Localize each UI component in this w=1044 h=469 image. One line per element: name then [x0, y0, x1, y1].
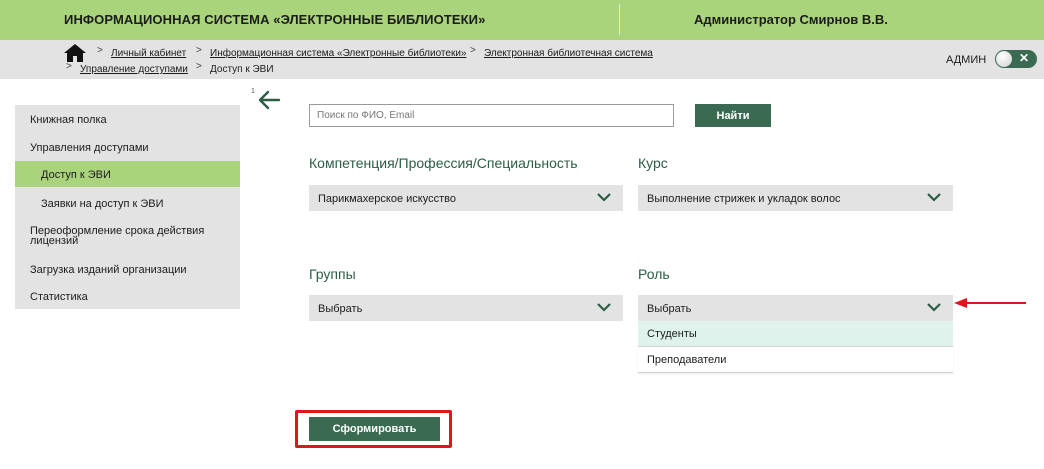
- competence-select[interactable]: Парикмахерское искусство: [309, 185, 623, 211]
- sidebar-menu: Книжная полка Управления доступами Досту…: [15, 105, 240, 309]
- chevron-down-icon: [597, 193, 611, 202]
- course-label: Курс: [638, 155, 668, 171]
- course-select[interactable]: Выполнение стрижек и укладок волос: [638, 185, 953, 211]
- role-select-value: Выбрать: [647, 303, 692, 315]
- sidebar-item-statistics[interactable]: Статистика: [15, 283, 240, 309]
- course-select-value: Выполнение стрижек и укладок волос: [647, 193, 841, 205]
- top-header-bar: ИНФОРМАЦИОННАЯ СИСТЕМА «ЭЛЕКТРОННЫЕ БИБЛ…: [0, 0, 1044, 40]
- system-title: ИНФОРМАЦИОННАЯ СИСТЕМА «ЭЛЕКТРОННЫЕ БИБЛ…: [64, 12, 486, 27]
- breadcrumb-separator: >: [470, 45, 476, 56]
- breadcrumb-current: Доступ к ЭВИ: [210, 64, 274, 75]
- header-divider: [619, 4, 620, 35]
- sidebar-item-label: Управления доступами: [30, 142, 149, 154]
- back-arrow-icon[interactable]: [257, 90, 281, 110]
- search-input[interactable]: [309, 104, 674, 127]
- breadcrumb-separator: >: [196, 45, 202, 56]
- breadcrumb-info-system[interactable]: Информационная система «Электронные библ…: [210, 48, 466, 59]
- breadcrumb-separator: >: [66, 61, 72, 72]
- chevron-down-icon: [597, 303, 611, 312]
- sidebar-item-evi-requests[interactable]: Заявки на доступ к ЭВИ: [15, 189, 240, 217]
- breadcrumb: > Личный кабинет > Информационная систем…: [0, 40, 1044, 79]
- sidebar-item-evi-access[interactable]: Доступ к ЭВИ: [15, 161, 240, 187]
- breadcrumb-library-system[interactable]: Электронная библиотечная система: [484, 48, 653, 59]
- toggle-knob: [996, 51, 1012, 67]
- sidebar-item-label: Переоформление срока действия лицензий: [30, 225, 205, 247]
- competence-select-value: Парикмахерское искусство: [318, 193, 456, 205]
- red-pointer-arrow-icon: [954, 298, 1026, 308]
- chevron-down-icon: [927, 303, 941, 312]
- sidebar-item-access-management[interactable]: Управления доступами: [15, 133, 240, 161]
- role-option-teachers[interactable]: Преподаватели: [638, 347, 953, 373]
- close-icon: ✕: [1019, 51, 1030, 65]
- competence-label: Компетенция/Профессия/Специальность: [309, 155, 578, 171]
- role-select[interactable]: Выбрать: [638, 295, 953, 321]
- home-icon[interactable]: [64, 44, 86, 62]
- groups-select-value: Выбрать: [318, 303, 363, 315]
- sidebar-item-bookshelf[interactable]: Книжная полка: [15, 105, 240, 133]
- role-label: Роль: [638, 266, 670, 282]
- role-label: АДМИН: [946, 54, 987, 66]
- role-toggle-switch[interactable]: ✕: [995, 50, 1037, 68]
- chevron-down-icon: [927, 193, 941, 202]
- sidebar-item-label: Заявки на доступ к ЭВИ: [41, 198, 164, 210]
- groups-select[interactable]: Выбрать: [309, 295, 623, 321]
- find-button[interactable]: Найти: [695, 104, 771, 127]
- sidebar-item-label: Книжная полка: [30, 114, 107, 126]
- role-option-students[interactable]: Студенты: [638, 321, 953, 347]
- sidebar-item-license-renewal[interactable]: Переоформление срока действия лицензий: [15, 219, 240, 249]
- sidebar-item-label: Доступ к ЭВИ: [41, 169, 111, 181]
- role-option-label: Студенты: [647, 328, 697, 340]
- groups-label: Группы: [309, 266, 356, 282]
- sidebar-item-upload-publications[interactable]: Загрузка изданий организации: [15, 255, 240, 283]
- role-option-label: Преподаватели: [647, 354, 727, 366]
- breadcrumb-separator: >: [196, 61, 202, 72]
- sidebar-item-label: Загрузка изданий организации: [30, 264, 187, 276]
- generate-button[interactable]: Сформировать: [309, 417, 440, 441]
- breadcrumb-personal-cabinet[interactable]: Личный кабинет: [111, 48, 186, 59]
- breadcrumb-separator: >: [97, 45, 103, 56]
- sidebar-item-label: Статистика: [30, 291, 88, 303]
- user-name[interactable]: Администратор Смирнов В.В.: [694, 12, 888, 27]
- back-mark: 1: [251, 88, 255, 95]
- breadcrumb-access-management[interactable]: Управление доступами: [80, 64, 188, 75]
